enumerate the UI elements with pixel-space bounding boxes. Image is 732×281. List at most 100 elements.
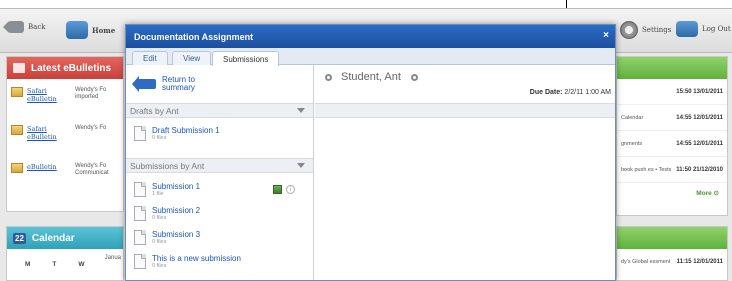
list-item[interactable]: Safari eBulletin Wendy's Fo: [7, 117, 123, 155]
ebulletin-link[interactable]: eBulletin: [27, 163, 71, 171]
submission-name[interactable]: This is a new submission: [152, 254, 241, 263]
home-icon: [66, 21, 88, 39]
calendar-icon: 22: [13, 232, 26, 244]
activity-row[interactable]: 15:50 13/01/2011: [617, 79, 727, 105]
activity-time: 14:55 12/01/2011: [676, 140, 723, 147]
logout-icon: [676, 21, 698, 37]
weekday-label: M: [25, 261, 31, 268]
assessment-panel: dy's Global essment 11:15 12/01/2011: [616, 226, 728, 281]
activity-label: Calendar: [621, 114, 644, 121]
tab-view[interactable]: View: [172, 51, 212, 65]
recent-activity-header: [617, 57, 727, 79]
submissions-header-label: Submissions by Ant: [130, 160, 205, 171]
activity-row[interactable]: dy's Global essment 11:15 12/01/2011: [617, 249, 727, 275]
logout-button[interactable]: Log Out: [676, 21, 731, 37]
calendar-title: Calendar: [31, 232, 75, 244]
ebulletin-icon: [11, 163, 23, 173]
submission-actions: i: [273, 185, 295, 194]
close-icon[interactable]: ×: [603, 30, 609, 41]
return-to-summary-button[interactable]: Return to summary: [126, 65, 313, 103]
ebulletin-desc: Wendy's Fo imported: [75, 87, 107, 100]
calendar-header: 22 Calendar: [7, 227, 123, 249]
detail-divider: [315, 103, 615, 118]
top-strip: [0, 0, 732, 8]
back-button[interactable]: Back: [3, 21, 46, 33]
due-date: Due Date: 2/2/11 1:00 AM: [530, 89, 611, 96]
more-link[interactable]: More ⊙: [617, 183, 727, 203]
draft-name[interactable]: Draft Submission 1: [152, 126, 220, 135]
activity-time: 15:50 13/01/2011: [676, 88, 723, 95]
collapse-icon: [297, 108, 305, 113]
tab-submissions[interactable]: Submissions: [212, 51, 280, 66]
assessment-header: [617, 227, 727, 249]
logout-label: Log Out: [702, 25, 731, 33]
list-item[interactable]: Draft Submission 1 0 files: [126, 118, 313, 158]
ebulletin-icon: [11, 125, 23, 135]
file-count: 0 files: [152, 263, 167, 269]
next-student-icon[interactable]: [411, 74, 418, 81]
collapse-icon: [297, 163, 305, 168]
file-count: 0 files: [152, 135, 167, 141]
activity-row[interactable]: gnments 14:55 12/01/2011: [617, 131, 727, 157]
ebulletin-header-icon: [13, 63, 25, 73]
submission-name[interactable]: Submission 3: [152, 230, 200, 239]
gear-icon: [620, 21, 638, 39]
activity-time: 14:55 12/01/2011: [676, 114, 723, 121]
submission-list-pane: Return to summary Drafts by Ant Draft Su…: [126, 65, 314, 280]
list-item[interactable]: Submission 1 1 file i: [126, 179, 313, 203]
file-count: 0 files: [152, 239, 167, 245]
tab-bar: Edit View Submissions: [126, 48, 615, 66]
submission-name[interactable]: Submission 2: [152, 206, 200, 215]
file-count: 1 file: [152, 191, 164, 197]
activity-time: 11:15 12/01/2011: [676, 259, 723, 265]
list-item[interactable]: eBulletin Wendy's Fo Communicat: [7, 155, 123, 193]
settings-button[interactable]: Settings: [620, 21, 671, 39]
ebulletin-desc: Wendy's Fo: [75, 125, 107, 131]
tab-edit[interactable]: Edit: [132, 51, 168, 65]
drafts-section-header[interactable]: Drafts by Ant: [126, 103, 313, 118]
list-item[interactable]: Safari eBulletin Wendy's Fo imported: [7, 79, 123, 117]
submission-detail-pane: Student, Ant Due Date: 2/2/11 1:00 AM: [315, 65, 615, 280]
activity-time: 11:50 21/12/2010: [676, 166, 723, 173]
list-item[interactable]: This is a new submission 0 files: [126, 251, 313, 275]
info-icon[interactable]: i: [286, 185, 295, 194]
weekday-label: T: [52, 261, 57, 268]
activity-label: gnments: [621, 140, 643, 147]
back-arrow-icon: [3, 21, 24, 33]
activity-row[interactable]: Calendar 14:55 12/01/2011: [617, 105, 727, 131]
activity-label: book push es • Tests: [621, 166, 672, 173]
calendar-month: Janua: [104, 255, 121, 261]
ebulletin-link[interactable]: Safari eBulletin: [27, 125, 71, 141]
student-name: Student, Ant: [341, 71, 401, 83]
ebulletin-link[interactable]: Safari eBulletin: [27, 87, 71, 103]
home-label: Home: [92, 25, 116, 35]
assignment-modal: Documentation Assignment × Edit View Sub…: [125, 24, 616, 281]
weekday-label: W: [78, 261, 85, 268]
recent-activity-panel: 15:50 13/01/2011 Calendar 14:55 12/01/20…: [616, 56, 728, 216]
previous-student-icon[interactable]: [325, 74, 332, 81]
submission-name[interactable]: Submission 1: [152, 182, 200, 191]
spreadsheet-icon[interactable]: [273, 185, 282, 194]
list-item[interactable]: Submission 2 0 files: [126, 203, 313, 227]
document-icon: [134, 126, 146, 141]
modal-title: Documentation Assignment: [134, 31, 254, 42]
ebulletins-header: Latest eBulletins: [7, 57, 123, 79]
list-item[interactable]: Submission 3 0 files: [126, 227, 313, 251]
document-icon: [134, 230, 146, 245]
submissions-section-header[interactable]: Submissions by Ant: [126, 158, 313, 173]
document-icon: [134, 254, 146, 269]
return-label: Return to summary: [162, 75, 195, 92]
student-navigator: Student, Ant Due Date: 2/2/11 1:00 AM: [315, 65, 615, 103]
activity-row[interactable]: book push es • Tests 11:50 21/12/2010: [617, 157, 727, 183]
ebulletins-title: Latest eBulletins: [31, 62, 112, 74]
ebulletin-desc: Wendy's Fo Communicat: [75, 163, 109, 176]
document-icon: [134, 206, 146, 221]
due-date-label: Due Date:: [529, 89, 563, 96]
file-count: 0 files: [152, 215, 167, 221]
drafts-header-label: Drafts by Ant: [130, 105, 179, 116]
home-button[interactable]: Home: [66, 21, 115, 39]
settings-label: Settings: [642, 26, 672, 34]
back-label: Back: [28, 23, 46, 31]
ebulletin-icon: [11, 87, 23, 97]
return-arrow-icon: [132, 76, 156, 92]
